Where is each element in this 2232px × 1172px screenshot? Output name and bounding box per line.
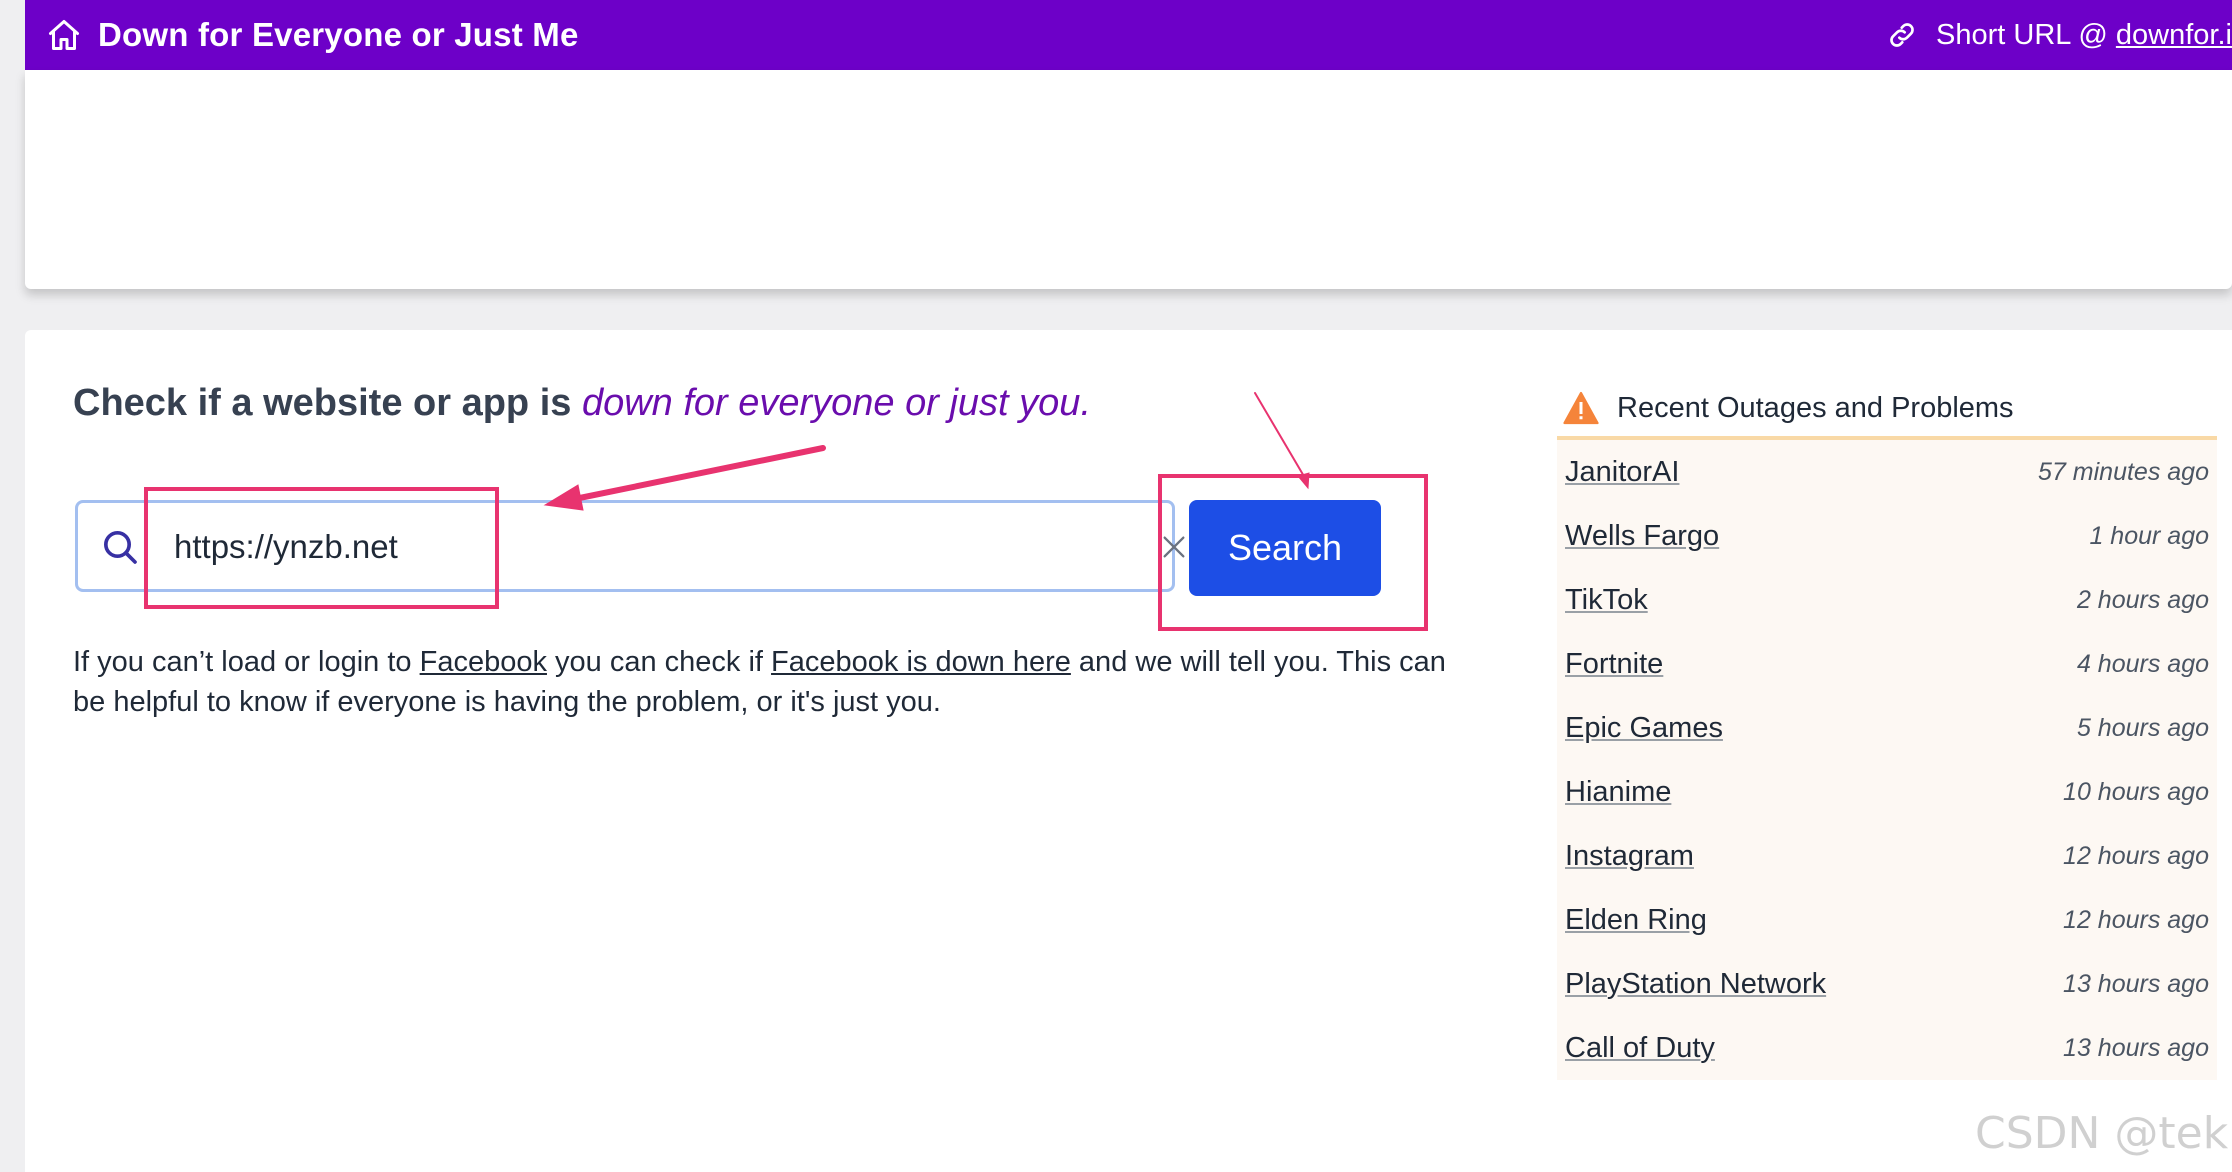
- outage-link[interactable]: Epic Games: [1565, 712, 1723, 745]
- outage-list: JanitorAI 57 minutes ago Wells Fargo 1 hou…: [1557, 440, 2217, 1080]
- facebook-down-link[interactable]: Facebook is down here: [771, 646, 1071, 678]
- outage-item: Call of Duty 13 hours ago: [1557, 1016, 2217, 1080]
- short-url-prefix: Short URL @: [1936, 18, 2116, 51]
- outage-item: JanitorAI 57 minutes ago: [1557, 440, 2217, 504]
- outage-link[interactable]: TikTok: [1565, 584, 1648, 617]
- outage-link[interactable]: PlayStation Network: [1565, 968, 1826, 1001]
- outage-time: 2 hours ago: [2076, 585, 2209, 614]
- outage-item: TikTok 2 hours ago: [1557, 568, 2217, 632]
- main-card: Check if a website or app is down for ev…: [25, 330, 2232, 1172]
- outage-time: 57 minutes ago: [2038, 457, 2209, 486]
- search-button[interactable]: Search: [1189, 500, 1381, 596]
- outage-item: Wells Fargo 1 hour ago: [1557, 504, 2217, 568]
- short-url: Short URL @ downfor.io: [1886, 0, 2232, 70]
- warning-icon: [1563, 391, 1599, 425]
- search-input[interactable]: [172, 513, 1076, 581]
- clear-icon[interactable]: [1160, 533, 1188, 561]
- help-text-part1: If you can’t load or login to: [73, 646, 420, 678]
- outage-item: Elden Ring 12 hours ago: [1557, 888, 2217, 952]
- short-url-link[interactable]: downfor.io: [2116, 19, 2232, 52]
- page-headline: Check if a website or app is down for ev…: [73, 382, 1091, 425]
- ad-panel: [25, 70, 2232, 289]
- home-icon: [46, 17, 82, 53]
- outage-time: 1 hour ago: [2089, 521, 2209, 550]
- outage-time: 4 hours ago: [2076, 649, 2209, 678]
- help-text-part2: you can check if: [546, 646, 772, 678]
- top-nav-bar: Down for Everyone or Just Me Short URL @…: [25, 0, 2232, 70]
- home-link[interactable]: Down for Everyone or Just Me: [25, 16, 579, 54]
- watermark: CSDN @tekin: [1975, 1108, 2232, 1159]
- site-title: Down for Everyone or Just Me: [98, 16, 579, 53]
- outage-link[interactable]: Fortnite: [1565, 648, 1663, 681]
- search-box: [75, 500, 1185, 592]
- outage-link[interactable]: Instagram: [1565, 840, 1694, 873]
- outage-link[interactable]: Call of Duty: [1565, 1032, 1715, 1065]
- outage-link[interactable]: Hianime: [1565, 776, 1671, 809]
- outage-time: 13 hours ago: [2063, 1033, 2209, 1062]
- facebook-link[interactable]: Facebook: [420, 646, 547, 678]
- headline-prefix: Check if a website or app is: [73, 382, 582, 424]
- outage-time: 5 hours ago: [2076, 713, 2209, 742]
- outage-link[interactable]: JanitorAI: [1565, 456, 1679, 489]
- help-text: If you can’t load or login to Facebook y…: [73, 642, 1453, 722]
- outages-title: Recent Outages and Problems: [1617, 391, 2014, 424]
- outages-header: Recent Outages and Problems: [1557, 380, 2217, 440]
- search-icon: [100, 527, 140, 567]
- headline-accent: down for everyone or just you: [581, 382, 1081, 424]
- outage-time: 13 hours ago: [2063, 969, 2209, 998]
- outage-link[interactable]: Wells Fargo: [1565, 520, 1719, 553]
- outage-time: 12 hours ago: [2063, 905, 2209, 934]
- outage-item: Instagram 12 hours ago: [1557, 824, 2217, 888]
- outage-time: 10 hours ago: [2063, 777, 2209, 806]
- outage-item: PlayStation Network 13 hours ago: [1557, 952, 2217, 1016]
- headline-suffix: .: [1080, 382, 1091, 424]
- outage-item: Epic Games 5 hours ago: [1557, 696, 2217, 760]
- recent-outages-panel: Recent Outages and Problems JanitorAI 57 …: [1557, 380, 2217, 1080]
- outage-link[interactable]: Elden Ring: [1565, 904, 1707, 937]
- outage-item: Fortnite 4 hours ago: [1557, 632, 2217, 696]
- outage-time: 12 hours ago: [2063, 841, 2209, 870]
- link-icon: [1886, 19, 1918, 51]
- outage-item: Hianime 10 hours ago: [1557, 760, 2217, 824]
